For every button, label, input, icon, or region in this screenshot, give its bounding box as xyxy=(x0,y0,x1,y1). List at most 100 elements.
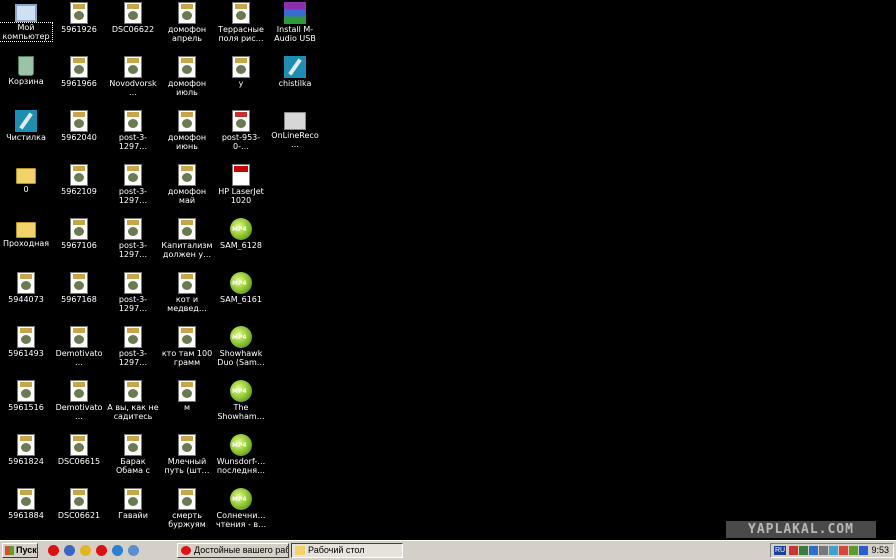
online-recorder-app-icon xyxy=(284,112,306,130)
desktop-icon-label: домофон май xyxy=(167,187,207,205)
desktop-icon[interactable]: 5962109 xyxy=(53,164,105,216)
desktop-icon[interactable]: домофон июль xyxy=(161,56,213,108)
desktop-icon[interactable]: Мой компьютер xyxy=(0,2,53,54)
folder-icon xyxy=(295,546,305,555)
desktop-icon[interactable]: SAM_6128 xyxy=(215,218,267,270)
desktop-icon[interactable]: Showhawk Duo (Sam… xyxy=(215,326,267,378)
desktop-icon-label: Demotivato… xyxy=(55,403,103,421)
clock[interactable]: 9:53 xyxy=(871,544,889,557)
desktop-icon-label: HP LaserJet 1020 xyxy=(218,187,264,205)
desktop-icon[interactable]: SAM_6161 xyxy=(215,272,267,324)
folder-icon xyxy=(16,168,36,184)
desktop-icon[interactable]: 5961926 xyxy=(53,2,105,54)
desktop-icon[interactable]: post-3-1297… xyxy=(107,326,159,378)
desktop-icon[interactable]: м xyxy=(161,380,213,432)
desktop-icon[interactable]: 5961824 xyxy=(0,434,52,486)
jpg-file-icon xyxy=(70,488,88,510)
taskbar-button[interactable]: Достойные вашего раб… xyxy=(177,543,289,558)
desktop-icon[interactable]: домофон апрель xyxy=(161,2,213,54)
desktop-icon[interactable]: у xyxy=(215,56,267,108)
desktop-icon[interactable]: 5944073 xyxy=(0,272,52,324)
desktop-icon[interactable]: 5961884 xyxy=(0,488,52,540)
update-icon[interactable] xyxy=(839,546,848,555)
desktop-icon[interactable]: DSC06621 xyxy=(53,488,105,540)
jpg-file-icon xyxy=(178,110,196,132)
volume-icon[interactable] xyxy=(809,546,818,555)
desktop-icon-label: 5944073 xyxy=(8,295,44,304)
jpg-file-icon xyxy=(178,218,196,240)
desktop-icon[interactable]: OnLineReco… xyxy=(269,110,321,162)
desktop-icon[interactable]: HP LaserJet 1020 xyxy=(215,164,267,216)
jpg-file-icon xyxy=(124,2,142,24)
desktop-icon[interactable]: post-3-1297… xyxy=(107,218,159,270)
desktop-icon[interactable]: post-3-1297… xyxy=(107,110,159,162)
my-computer-icon xyxy=(15,4,37,22)
desktop-icon[interactable]: 5967106 xyxy=(53,218,105,270)
jpg-file-icon xyxy=(70,110,88,132)
show-desktop-icon[interactable] xyxy=(128,545,139,556)
desktop-icon[interactable]: chistilka xyxy=(269,56,321,108)
desktop-icon[interactable]: 5961966 xyxy=(53,56,105,108)
desktop[interactable]: Мой компьютер Корзина Чистилка 0 Проходная 59… xyxy=(0,0,896,540)
desktop-icon[interactable]: Demotivato… xyxy=(53,380,105,432)
taskbar-button[interactable]: Рабочий стол xyxy=(291,543,403,558)
desktop-icon-label: chistilka xyxy=(278,79,312,88)
opera-icon[interactable] xyxy=(96,545,107,556)
desktop-icon-label: post-3-1297… xyxy=(118,241,148,259)
desktop-icon[interactable]: Террасные поля рис… xyxy=(215,2,267,54)
desktop-icon[interactable]: Гавайи xyxy=(107,488,159,540)
shield-icon[interactable] xyxy=(829,546,838,555)
desktop-icon[interactable]: Млечный путь (шт… xyxy=(161,434,213,486)
desktop-icon[interactable]: post-953-0-… xyxy=(215,110,267,162)
mp4-file-icon xyxy=(230,218,252,240)
speaker-icon[interactable] xyxy=(849,546,858,555)
desktop-icon-label: 5962109 xyxy=(61,187,97,196)
jpg-file-icon xyxy=(17,272,35,294)
desktop-icon[interactable]: А вы, как не садитесь xyxy=(107,380,159,432)
jpg-file-icon xyxy=(70,56,88,78)
desktop-icon-label: 5967168 xyxy=(61,295,97,304)
desktop-icon[interactable]: домофон июнь xyxy=(161,110,213,162)
desktop-icon[interactable]: Demotivato… xyxy=(53,326,105,378)
desktop-icon-label: Барак Обама с хозяином xyxy=(115,457,150,475)
jpg-file-icon xyxy=(17,488,35,510)
recycle-bin-icon xyxy=(18,56,34,76)
desktop-icon-label: DSC06621 xyxy=(57,511,101,520)
desktop-icon[interactable]: post-3-1297… xyxy=(107,272,159,324)
desktop-icon[interactable]: Чистилка xyxy=(0,110,52,162)
network-icon[interactable] xyxy=(799,546,808,555)
desktop-icon[interactable]: смерть буржуям xyxy=(161,488,213,540)
opera-icon[interactable] xyxy=(48,545,59,556)
desktop-icon-label: OnLineReco… xyxy=(271,131,319,149)
desktop-icon[interactable]: post-3-1297… xyxy=(107,164,159,216)
desktop-icon[interactable]: 5962040 xyxy=(53,110,105,162)
desktop-icon[interactable]: DSC06615 xyxy=(53,434,105,486)
chrome-icon[interactable] xyxy=(80,545,91,556)
desktop-icon[interactable]: Солнечни… чтения - в… xyxy=(215,488,267,540)
firefox-icon[interactable] xyxy=(64,545,75,556)
desktop-icon-label: post-3-1297… xyxy=(118,187,148,205)
desktop-icon[interactable]: Капитализм должен у… xyxy=(161,218,213,270)
desktop-icon[interactable]: Novodvorsk… xyxy=(107,56,159,108)
desktop-icon[interactable]: Барак Обама с хозяином xyxy=(107,434,159,486)
desktop-icon-label: post-3-1297… xyxy=(118,349,148,367)
desktop-icon[interactable]: Wunsdorf-… последня… xyxy=(215,434,267,486)
desktop-icon[interactable]: 5967168 xyxy=(53,272,105,324)
desktop-icon[interactable]: Корзина xyxy=(0,56,52,108)
desktop-icon[interactable]: кот и медвед… xyxy=(161,272,213,324)
desktop-icon[interactable]: домофон май xyxy=(161,164,213,216)
desktop-icon[interactable]: 5961493 xyxy=(0,326,52,378)
language-indicator[interactable]: RU xyxy=(774,546,786,555)
start-button[interactable]: Пуск xyxy=(2,543,38,558)
desktop-icon[interactable]: 5961516 xyxy=(0,380,52,432)
monitor-icon[interactable] xyxy=(819,546,828,555)
desktop-icon[interactable]: Проходная xyxy=(0,218,52,270)
desktop-icon[interactable]: DSC06622 xyxy=(107,2,159,54)
desktop-icon[interactable]: The Showham… xyxy=(215,380,267,432)
desktop-icon[interactable]: 0 xyxy=(0,164,52,216)
desktop-icon[interactable]: Install M-Audio USB MIDI S… xyxy=(269,2,321,54)
desktop-icon[interactable]: кто там 100 грамм xyxy=(161,326,213,378)
safely-remove-icon[interactable] xyxy=(859,546,868,555)
internet-explorer-icon[interactable] xyxy=(112,545,123,556)
antivirus-icon[interactable] xyxy=(789,546,798,555)
